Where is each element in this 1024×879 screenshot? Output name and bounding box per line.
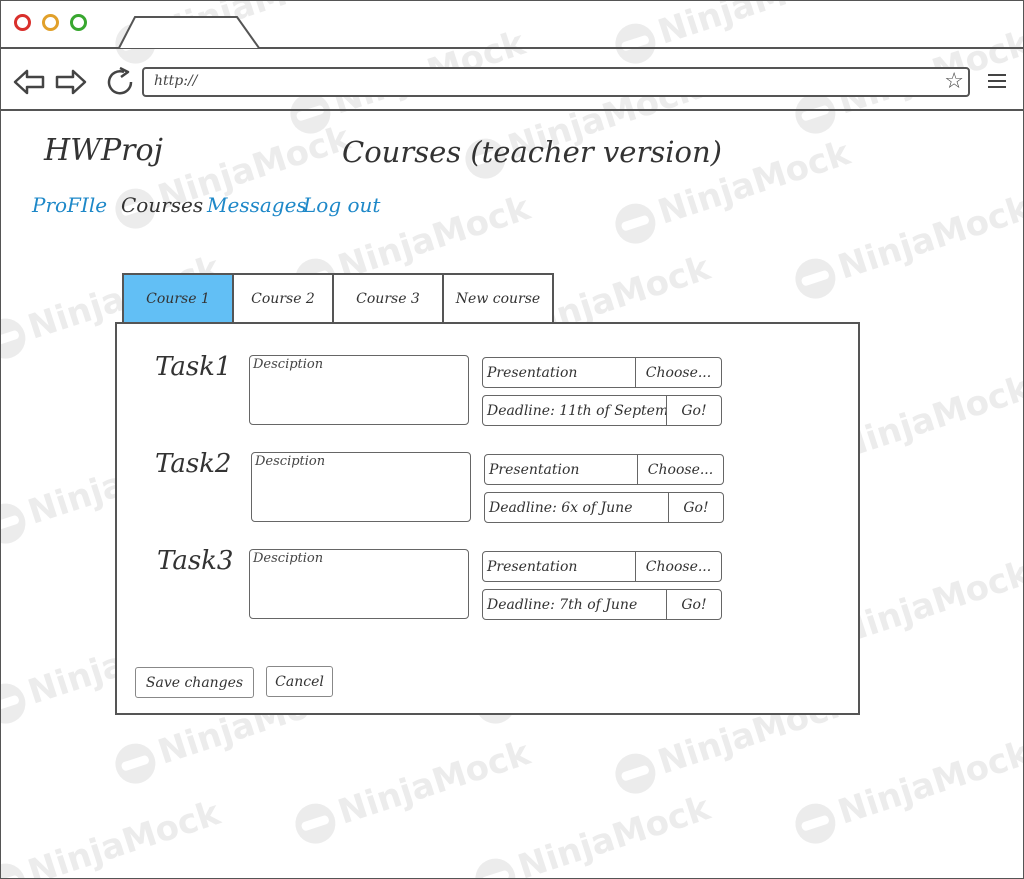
task-name: Task2 (155, 449, 232, 479)
presentation-row: Presentation Choose... (484, 454, 724, 485)
page-title: Courses (teacher version) (342, 135, 722, 169)
presentation-label: Presentation (487, 558, 578, 575)
app-logo: HWProj (44, 133, 163, 168)
go-button[interactable]: Go! (666, 590, 721, 619)
tab-course-1[interactable]: Course 1 (122, 273, 234, 322)
choose-file-button[interactable]: Choose... (635, 552, 721, 581)
star-icon[interactable]: ☆ (944, 69, 964, 94)
nav-link-profile[interactable]: ProFIle (32, 193, 107, 217)
deadline-field[interactable]: Deadline: 7th of June (483, 590, 666, 619)
deadline-row: Deadline: 11th of September Go! (482, 395, 722, 426)
choose-file-button[interactable]: Choose... (635, 358, 721, 387)
reload-icon[interactable] (103, 66, 137, 97)
choose-file-button[interactable]: Choose... (637, 455, 723, 484)
task-description-field[interactable]: Desciption (249, 549, 469, 619)
task-name: Task1 (155, 352, 232, 382)
task-description-field[interactable]: Desciption (249, 355, 469, 425)
presentation-label: Presentation (487, 364, 578, 381)
task-description-field[interactable]: Desciption (251, 452, 471, 522)
tab-course-2[interactable]: Course 2 (232, 273, 334, 322)
save-changes-button[interactable]: Save changes (135, 667, 254, 698)
task-name: Task3 (157, 546, 234, 576)
description-placeholder: Desciption (253, 551, 324, 566)
tab-new-course[interactable]: New course (442, 273, 554, 322)
tab-course-3[interactable]: Course 3 (332, 273, 444, 322)
go-button[interactable]: Go! (668, 493, 723, 522)
description-placeholder: Desciption (255, 454, 326, 469)
deadline-row: Deadline: 6x of June Go! (484, 492, 724, 523)
forward-arrow-icon[interactable] (54, 67, 88, 97)
deadline-row: Deadline: 7th of June Go! (482, 589, 722, 620)
address-bar[interactable]: http:// ☆ (142, 67, 970, 97)
description-placeholder: Desciption (253, 357, 324, 372)
presentation-row: Presentation Choose... (482, 357, 722, 388)
page-content: http:// ☆ HWProj Courses (teacher versio… (0, 0, 1024, 879)
presentation-row: Presentation Choose... (482, 551, 722, 582)
deadline-field[interactable]: Deadline: 11th of September (483, 396, 666, 425)
menu-icon[interactable] (988, 74, 1006, 90)
back-arrow-icon[interactable] (12, 67, 46, 97)
go-button[interactable]: Go! (666, 396, 721, 425)
deadline-field[interactable]: Deadline: 6x of June (485, 493, 668, 522)
cancel-button[interactable]: Cancel (266, 666, 333, 697)
nav-link-courses[interactable]: Courses (121, 193, 203, 217)
address-text: http:// (154, 73, 198, 89)
presentation-label: Presentation (489, 461, 580, 478)
nav-link-messages[interactable]: Messages (207, 193, 307, 217)
nav-link-logout[interactable]: Log out (303, 193, 380, 217)
